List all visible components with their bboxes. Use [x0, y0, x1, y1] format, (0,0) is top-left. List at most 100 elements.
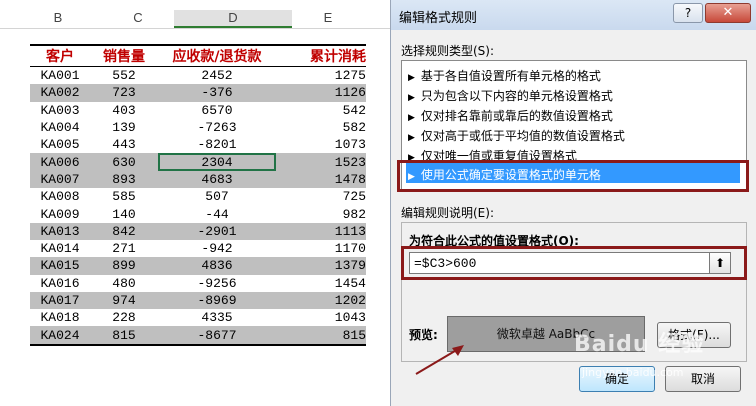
- dialog-title: 编辑格式规则: [399, 11, 478, 26]
- cell-receivable[interactable]: -2901: [158, 222, 276, 240]
- cell-customer[interactable]: KA017: [30, 291, 90, 310]
- cell-cumulative[interactable]: 1379: [276, 257, 366, 275]
- cell-customer[interactable]: KA018: [30, 309, 90, 326]
- cell-sales[interactable]: 228: [90, 309, 158, 326]
- cell-sales[interactable]: 140: [90, 205, 158, 222]
- edit-rule-description-label: 编辑规则说明(E):: [401, 206, 494, 220]
- table-row: KA008 585 507 725: [30, 188, 366, 205]
- cell-sales[interactable]: 139: [90, 119, 158, 136]
- cell-customer[interactable]: KA005: [30, 136, 90, 153]
- table-row: KA006 630 2304 1523: [30, 153, 366, 171]
- cell-customer[interactable]: KA024: [30, 326, 90, 346]
- cell-receivable[interactable]: 6570: [158, 102, 276, 119]
- cell-sales[interactable]: 480: [90, 275, 158, 292]
- cell-receivable[interactable]: 4683: [158, 170, 276, 189]
- rule-type-item[interactable]: ▶ 基于各自值设置所有单元格的格式: [408, 67, 601, 84]
- table-row: KA016 480 -9256 1454: [30, 275, 366, 292]
- table-row: KA017 974 -8969 1202: [30, 291, 366, 310]
- rule-type-label: 仅对高于或低于平均值的数值设置格式: [420, 129, 625, 143]
- table-row: KA001 552 2452 1275: [30, 67, 366, 85]
- cell-cumulative[interactable]: 1043: [276, 309, 366, 326]
- cell-receivable[interactable]: -7263: [158, 119, 276, 136]
- cell-customer[interactable]: KA006: [30, 153, 90, 171]
- cell-cumulative[interactable]: 1478: [276, 170, 366, 189]
- table-row: KA013 842 -2901 1113: [30, 222, 366, 240]
- cell-sales[interactable]: 630: [90, 153, 158, 171]
- selection-highlight-box: [397, 160, 749, 192]
- cell-customer[interactable]: KA001: [30, 67, 90, 85]
- cell-sales[interactable]: 271: [90, 240, 158, 257]
- cell-cumulative[interactable]: 1275: [276, 67, 366, 85]
- cell-receivable[interactable]: 4836: [158, 257, 276, 275]
- table-row: KA015 899 4836 1379: [30, 257, 366, 275]
- column-header-c[interactable]: C: [108, 10, 168, 25]
- table-row: KA005 443 -8201 1073: [30, 136, 366, 153]
- watermark-url: jingyan.baidu.com: [582, 366, 684, 379]
- cell-sales[interactable]: 552: [90, 67, 158, 85]
- cell-cumulative[interactable]: 815: [276, 326, 366, 346]
- select-rule-type-label: 选择规则类型(S):: [401, 44, 495, 58]
- cell-cumulative[interactable]: 1202: [276, 291, 366, 310]
- table-row: KA018 228 4335 1043: [30, 309, 366, 326]
- cell-sales[interactable]: 585: [90, 188, 158, 205]
- cell-cumulative[interactable]: 582: [276, 119, 366, 136]
- cell-customer[interactable]: KA003: [30, 102, 90, 119]
- close-button[interactable]: ✕: [705, 3, 751, 23]
- play-icon: ▶: [408, 73, 415, 83]
- cell-receivable[interactable]: -8677: [158, 326, 276, 346]
- cell-customer[interactable]: KA009: [30, 205, 90, 222]
- table-row: KA014 271 -942 1170: [30, 240, 366, 257]
- cell-receivable[interactable]: 2452: [158, 67, 276, 85]
- formula-highlight-box: [401, 246, 747, 280]
- cell-cumulative[interactable]: 1523: [276, 153, 366, 171]
- cell-receivable[interactable]: -9256: [158, 275, 276, 292]
- cell-customer[interactable]: KA013: [30, 222, 90, 240]
- cell-cumulative[interactable]: 725: [276, 188, 366, 205]
- column-header-e[interactable]: E: [308, 10, 348, 25]
- help-button[interactable]: ?: [673, 3, 703, 23]
- cell-sales[interactable]: 443: [90, 136, 158, 153]
- cell-receivable[interactable]: -376: [158, 84, 276, 102]
- cell-sales[interactable]: 723: [90, 84, 158, 102]
- cell-sales[interactable]: 403: [90, 102, 158, 119]
- cell-receivable[interactable]: -44: [158, 205, 276, 222]
- cell-customer[interactable]: KA014: [30, 240, 90, 257]
- cell-receivable[interactable]: -942: [158, 240, 276, 257]
- cell-sales[interactable]: 842: [90, 222, 158, 240]
- cell-cumulative[interactable]: 542: [276, 102, 366, 119]
- cell-cumulative[interactable]: 982: [276, 205, 366, 222]
- cell-customer[interactable]: KA015: [30, 257, 90, 275]
- cell-receivable[interactable]: 507: [158, 188, 276, 205]
- rule-type-item[interactable]: ▶ 仅对高于或低于平均值的数值设置格式: [408, 127, 625, 144]
- cell-receivable[interactable]: 2304: [158, 153, 276, 171]
- column-header-d[interactable]: D: [174, 10, 292, 28]
- cell-cumulative[interactable]: 1126: [276, 84, 366, 102]
- cell-customer[interactable]: KA008: [30, 188, 90, 205]
- cell-sales[interactable]: 893: [90, 170, 158, 189]
- cell-customer[interactable]: KA007: [30, 170, 90, 189]
- cell-receivable[interactable]: -8201: [158, 136, 276, 153]
- header-receivable[interactable]: 应收款/退货款: [158, 44, 276, 67]
- rule-type-item[interactable]: ▶ 只为包含以下内容的单元格设置格式: [408, 87, 613, 104]
- rule-type-item[interactable]: ▶ 仅对排名靠前或靠后的数值设置格式: [408, 107, 613, 124]
- cell-cumulative[interactable]: 1113: [276, 222, 366, 240]
- cell-cumulative[interactable]: 1073: [276, 136, 366, 153]
- cell-sales[interactable]: 974: [90, 291, 158, 310]
- table-row: KA004 139 -7263 582: [30, 119, 366, 136]
- cell-customer[interactable]: KA016: [30, 275, 90, 292]
- cell-sales[interactable]: 815: [90, 326, 158, 346]
- play-icon: ▶: [408, 113, 415, 123]
- cell-cumulative[interactable]: 1454: [276, 275, 366, 292]
- cell-sales[interactable]: 899: [90, 257, 158, 275]
- header-cumulative[interactable]: 累计消耗: [276, 44, 366, 67]
- cell-cumulative[interactable]: 1170: [276, 240, 366, 257]
- cell-receivable[interactable]: -8969: [158, 291, 276, 310]
- cell-customer[interactable]: KA004: [30, 119, 90, 136]
- rule-type-label: 基于各自值设置所有单元格的格式: [420, 69, 601, 83]
- header-divider: [0, 28, 390, 29]
- cell-receivable[interactable]: 4335: [158, 309, 276, 326]
- header-customer[interactable]: 客户: [30, 44, 90, 67]
- header-sales[interactable]: 销售量: [90, 44, 158, 67]
- cell-customer[interactable]: KA002: [30, 84, 90, 102]
- column-header-b[interactable]: B: [38, 10, 78, 25]
